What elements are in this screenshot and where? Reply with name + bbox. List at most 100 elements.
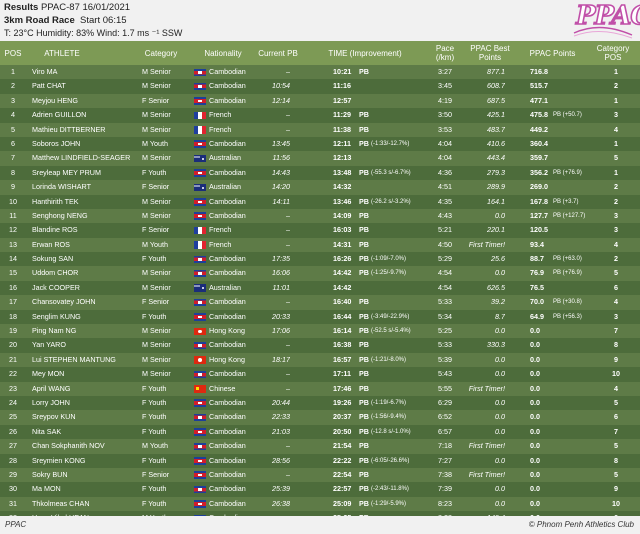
table-row[interactable]: 19 Ping Nam NG M Senior Hong Kong 17:06 16:14… <box>0 324 640 339</box>
row-category: M Youth <box>142 239 168 249</box>
col-best-points[interactable]: PPAC Best Points <box>465 41 515 65</box>
row-pos: 10 <box>9 196 17 206</box>
row-improvement: (-26.2 s/-3.2%) <box>371 198 411 205</box>
row-improvement <box>371 238 421 252</box>
table-row[interactable]: 10 Hanthirith TEK M Senior Cambodian 14:11 13… <box>0 194 640 209</box>
table-row[interactable]: 20 Yan YARO M Senior Cambodian –16:38 PB 5:33 3… <box>0 338 640 353</box>
row-category: M Senior <box>142 67 171 76</box>
row-category: F Youth <box>142 426 167 436</box>
flag-kh-icon <box>194 269 206 278</box>
table-row[interactable]: 8 Sreyleap MEY PRUM F Youth Cambodian 14:43 1… <box>0 165 640 181</box>
row-flag <box>194 166 206 180</box>
row-athlete: Sokry BUN <box>32 469 68 479</box>
row-points-delta <box>553 137 585 151</box>
col-pace[interactable]: Pace (/km) <box>430 41 460 65</box>
row-points: 0.0 <box>530 469 540 479</box>
row-pace: 6:52 <box>438 412 452 422</box>
col-points[interactable]: PPAC Points <box>525 41 580 65</box>
table-row[interactable]: 23 April WANG F Youth Chinese –17:46 PB 5:55 Fi… <box>0 381 640 396</box>
row-improvement <box>371 338 421 352</box>
table-row[interactable]: 29 Sokry BUN F Senior Cambodian –22:54 PB 7:38… <box>0 467 640 483</box>
table-row[interactable]: 3 Meyjou HENG F Senior Cambodian 12:14 12:57 4… <box>0 93 640 109</box>
table-row[interactable]: 7 Matthew LINDFIELD-SEAGER M Senior Austral… <box>0 151 640 166</box>
footer: PPAC © Phnom Penh Athletics Club <box>0 516 640 534</box>
row-athlete: Chan Sokphanith NOV <box>32 441 105 451</box>
row-category: F Youth <box>142 412 167 422</box>
row-points: 449.2 <box>530 124 548 134</box>
row-pos: 13 <box>9 239 17 249</box>
row-current-pb: 20:44 <box>272 397 290 407</box>
col-time[interactable]: TIME (Improvement) <box>320 41 410 65</box>
table-row[interactable]: 4 Adrien GUILLON M Senior French –11:29 PB 3:5… <box>0 108 640 123</box>
table-row[interactable]: 21 Lui STEPHEN MANTUNG M Senior Hong Kong 18… <box>0 352 640 368</box>
flag-cn-icon <box>194 385 206 393</box>
row-category-pos: 10 <box>612 498 620 508</box>
row-athlete: Mey MON <box>32 369 65 379</box>
row-category-pos: 8 <box>614 455 618 465</box>
row-category: F Youth <box>142 397 167 407</box>
table-row[interactable]: 6 Soboros JOHN M Youth Cambodian 13:45 12:11 P… <box>0 136 640 152</box>
row-category: F Youth <box>142 383 167 393</box>
row-points: 475.8 <box>530 110 548 120</box>
row-best-points: 0.0 <box>495 369 505 379</box>
table-row[interactable]: 25 Sreypov KUN F Youth Cambodian 22:33 20:37 P… <box>0 410 640 425</box>
row-pos: 22 <box>9 369 17 379</box>
flag-kh-icon <box>194 370 206 379</box>
column-header-row: POS ATHLETE Category Nationality Current… <box>0 41 640 65</box>
table-row[interactable]: 2 Patt CHAT M Senior Cambodian 10:54 11:16 3:4… <box>0 79 640 94</box>
row-pos: 6 <box>11 138 15 148</box>
start-time: Start 06:15 <box>80 15 127 26</box>
table-row[interactable]: 12 Blandine ROS F Senior French –16:03 PB 5:21… <box>0 223 640 238</box>
table-row[interactable]: 1 Viro MA M Senior Cambodian –10:21 PB 3:27 877… <box>0 65 640 80</box>
row-flag <box>194 123 206 137</box>
table-row[interactable]: 31 Thkolmeas CHAN F Youth Cambodian 26:38 25:… <box>0 496 640 512</box>
flag-kh-icon <box>194 68 206 76</box>
row-category-pos: 9 <box>614 354 618 364</box>
table-row[interactable]: 22 Mey MON M Senior Cambodian –17:11 PB 5:43 0.… <box>0 367 640 382</box>
table-row[interactable]: 15 Uddom CHOR M Senior Cambodian 16:06 14:42 P… <box>0 266 640 281</box>
table-row[interactable]: 30 Ma MON F Youth Cambodian 25:39 22:57 PB (-2:… <box>0 482 640 497</box>
col-category-pos[interactable]: Category POS <box>590 41 636 65</box>
table-row[interactable]: 16 Jack COOPER M Senior Australian 11:01 14:4… <box>0 280 640 296</box>
row-category-pos: 5 <box>614 469 618 479</box>
row-points: 0.0 <box>530 383 540 393</box>
row-current-pb: – <box>286 297 290 307</box>
table-row[interactable]: 28 Sreymien KONG F Youth Cambodian 28:56 22:2… <box>0 453 640 468</box>
table-row[interactable]: 9 Lorinda WISHART F Senior Australian 14:20 1… <box>0 180 640 195</box>
row-flag <box>194 410 206 424</box>
row-category-pos: 5 <box>614 441 618 451</box>
row-athlete: Matthew LINDFIELD-SEAGER <box>32 153 131 163</box>
row-improvement: (-55.3 s/-6.7%) <box>371 169 411 176</box>
col-category[interactable]: Category <box>136 41 186 65</box>
table-row[interactable]: 26 Nita SAK F Youth Cambodian 21:03 20:50 PB (-… <box>0 424 640 440</box>
col-nationality[interactable]: Nationality <box>195 41 251 65</box>
table-row[interactable]: 24 Lorry JOHN F Youth Cambodian 20:44 19:26 PB… <box>0 395 640 411</box>
row-pos: 14 <box>9 254 17 264</box>
row-points-delta <box>553 454 585 468</box>
row-points-delta <box>553 338 585 352</box>
table-row[interactable]: 5 Mathieu DITTBERNER M Senior French –11:38 P… <box>0 122 640 137</box>
col-current-pb[interactable]: Current PB <box>252 41 304 65</box>
row-time: 14:42 <box>333 282 352 292</box>
row-points: 716.8 <box>530 67 548 76</box>
row-best-points: 0.0 <box>495 412 505 422</box>
row-category-pos: 2 <box>614 81 618 91</box>
table-row[interactable]: 14 Sokung SAN F Youth Cambodian 17:35 16:26 PB… <box>0 252 640 267</box>
row-points: 167.8 <box>530 196 548 206</box>
table-row[interactable]: 11 Senghong NENG M Senior Cambodian –14:09 PB… <box>0 208 640 224</box>
row-best-points: 0.0 <box>495 498 505 508</box>
table-row[interactable]: 13 Erwan ROS M Youth French –14:31 PB 4:50 Firs… <box>0 237 640 253</box>
row-points: 0.0 <box>530 498 540 508</box>
row-best-points: 410.6 <box>487 138 505 148</box>
row-improvement <box>371 209 421 223</box>
row-flag <box>194 439 206 453</box>
row-category: M Senior <box>142 124 171 134</box>
table-row[interactable]: 27 Chan Sokphanith NOV M Youth Cambodian –21… <box>0 439 640 454</box>
table-row[interactable]: 18 Senglim KUNG F Youth Cambodian 20:33 16:44… <box>0 309 640 325</box>
row-points: 70.0 <box>530 297 544 307</box>
table-row[interactable]: 17 Chansovatey JOHN F Senior Cambodian –16:4… <box>0 295 640 310</box>
col-pos[interactable]: POS <box>0 41 26 65</box>
col-athlete[interactable]: ATHLETE <box>32 41 92 65</box>
footer-left: PPAC <box>5 520 27 529</box>
row-points: 0.0 <box>530 369 540 379</box>
